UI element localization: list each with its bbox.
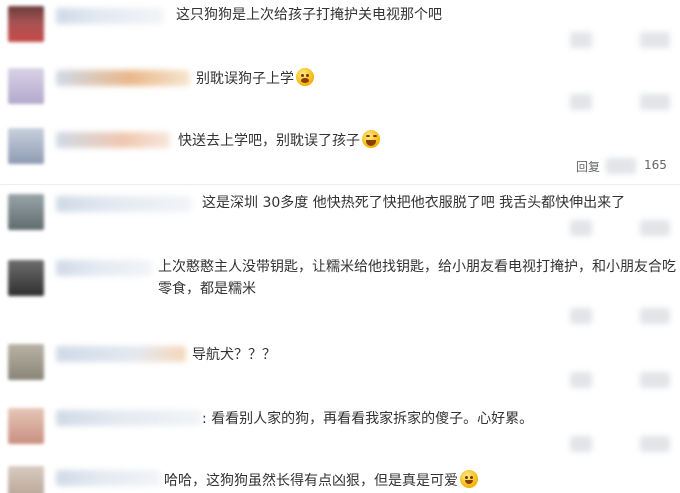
comment-meta-blurred <box>570 220 592 236</box>
comment-text: 导航犬？？？ <box>192 347 276 363</box>
smile-face-icon <box>460 470 478 488</box>
comment-item: 哈哈，这狗狗虽然长得有点凶狠，但是真是可爱 <box>0 460 680 493</box>
comment-item: 这是深圳 30多度 他快热死了快把他衣服脱了吧 我舌头都快伸出来了 <box>0 186 680 244</box>
comment-text: 上次憨憨主人没带钥匙，让糯米给他找钥匙，给小朋友看电视打掩护，和小朋友合吃零食，… <box>158 259 676 297</box>
comment-list: 这只狗狗是上次给孩子打掩护关电视那个吧 别耽误狗子上学 快送去上学吧，别耽误了孩… <box>0 0 680 493</box>
avatar[interactable] <box>8 466 44 493</box>
avatar[interactable] <box>8 128 44 164</box>
comment-meta-blurred <box>640 436 670 452</box>
reply-button[interactable]: 回复 <box>576 158 600 175</box>
scared-face-icon <box>296 68 314 86</box>
comment-meta-blurred <box>570 308 592 324</box>
comment-item: 上次憨憨主人没带钥匙，让糯米给他找钥匙，给小朋友看电视打掩护，和小朋友合吃零食，… <box>0 248 680 334</box>
comment-text: 这是深圳 30多度 他快热死了快把他衣服脱了吧 我舌头都快伸出来了 <box>202 195 626 211</box>
comment-item: 这只狗狗是上次给孩子打掩护关电视那个吧 <box>0 0 680 58</box>
comment-item: : 看看别人家的狗，再看看我家拆家的傻子。心好累。 <box>0 398 680 460</box>
comment-meta-blurred <box>640 32 670 48</box>
comment-meta-blurred <box>640 308 670 324</box>
comment-text: 别耽误狗子上学 <box>196 68 314 88</box>
comment-meta-blurred <box>570 372 592 388</box>
username-blurred[interactable] <box>56 260 152 276</box>
comment-meta-blurred <box>640 220 670 236</box>
username-blurred[interactable] <box>56 196 192 212</box>
like-count[interactable]: 165 <box>644 158 667 172</box>
comment-text-content: 哈哈，这狗狗虽然长得有点凶狠，但是真是可爱 <box>164 473 458 489</box>
username-blurred[interactable] <box>56 70 190 86</box>
username-blurred[interactable] <box>56 346 186 362</box>
avatar[interactable] <box>8 194 44 230</box>
comment-text-content: 别耽误狗子上学 <box>196 71 294 87</box>
comment-meta-blurred <box>606 158 636 174</box>
username-blurred[interactable] <box>56 132 170 148</box>
comment-meta-blurred <box>570 32 592 48</box>
comment-text-content: 快送去上学吧，别耽误了孩子 <box>178 133 360 149</box>
comment-text: 哈哈，这狗狗虽然长得有点凶狠，但是真是可爱 <box>164 470 478 490</box>
avatar[interactable] <box>8 260 44 296</box>
comment-text: 快送去上学吧，别耽误了孩子 <box>178 130 380 150</box>
divider <box>0 184 680 185</box>
comment-meta-blurred <box>570 436 592 452</box>
comment-item: 快送去上学吧，别耽误了孩子 回复 165 <box>0 120 680 182</box>
avatar[interactable] <box>8 344 44 380</box>
username-blurred[interactable] <box>56 470 160 486</box>
comment-meta-blurred <box>640 372 670 388</box>
comment-meta-blurred <box>570 94 592 110</box>
comment-text: 这只狗狗是上次给孩子打掩护关电视那个吧 <box>176 7 442 23</box>
avatar[interactable] <box>8 6 44 42</box>
username-blurred[interactable] <box>56 410 202 426</box>
avatar[interactable] <box>8 68 44 104</box>
avatar[interactable] <box>8 408 44 444</box>
comment-meta-blurred <box>640 94 670 110</box>
comment-text: : 看看别人家的狗，再看看我家拆家的傻子。心好累。 <box>202 411 534 427</box>
laughing-face-icon <box>362 130 380 148</box>
username-blurred[interactable] <box>56 8 164 24</box>
comment-item: 别耽误狗子上学 <box>0 58 680 120</box>
comment-item: 导航犬？？？ <box>0 336 680 396</box>
